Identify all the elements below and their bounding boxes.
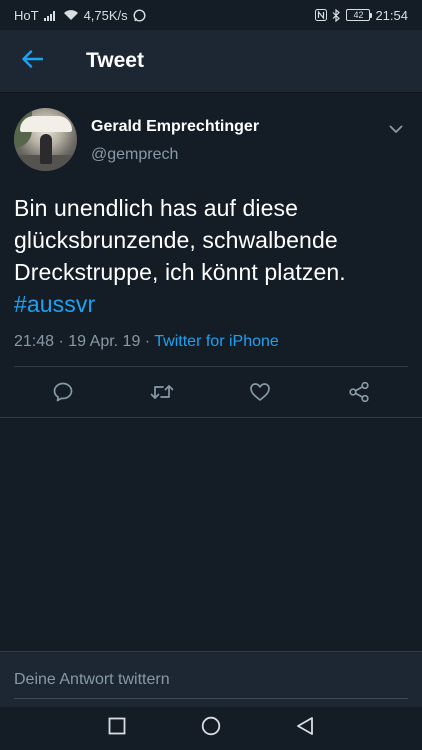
- reply-button[interactable]: [43, 375, 83, 415]
- comment-icon: [52, 381, 74, 408]
- nfc-icon: [315, 9, 328, 21]
- back-button[interactable]: [0, 30, 64, 93]
- reply-bar: [0, 651, 422, 707]
- avatar[interactable]: [14, 108, 77, 171]
- hashtag-link[interactable]: #aussvr: [14, 288, 408, 320]
- tweet-text-line: Bin unendlich has auf diese: [14, 195, 299, 221]
- status-bar: HoT 4,75K/s 42 21:54: [0, 0, 422, 30]
- bluetooth-icon: [332, 8, 341, 22]
- wifi-icon: [63, 9, 79, 21]
- tweet-text-line: Dreckstruppe, ich könnt platzen.: [14, 259, 346, 285]
- tweet-detail: Gerald Emprechtinger @gemprech Bin unend…: [0, 93, 422, 422]
- battery-icon: 42: [346, 9, 373, 21]
- tweet-source-link[interactable]: Twitter for iPhone: [154, 333, 279, 350]
- tweet-text: Bin unendlich has auf diese glücksbrunze…: [14, 192, 408, 320]
- retweet-icon: [149, 382, 175, 407]
- tweet-menu-button[interactable]: [384, 118, 408, 142]
- triangle-back-icon: [296, 716, 314, 741]
- whatsapp-icon: [133, 8, 146, 22]
- share-icon: [348, 381, 370, 408]
- like-button[interactable]: [240, 375, 280, 415]
- meta-separator: ·: [58, 333, 69, 350]
- page-title: Tweet: [86, 49, 144, 72]
- battery-level: 42: [353, 10, 364, 20]
- reply-input[interactable]: [14, 652, 408, 699]
- tweet-time: 21:48: [14, 333, 55, 350]
- status-bar-left: HoT 4,75K/s: [14, 8, 146, 23]
- navigation-bar: [0, 707, 422, 750]
- app-header: Tweet: [0, 30, 422, 93]
- divider: [0, 417, 422, 418]
- tweet-actions: [14, 367, 408, 422]
- arrow-left-icon: [21, 49, 44, 73]
- chevron-down-icon: [389, 121, 403, 139]
- tweet-text-line: glücksbrunzende, schwalbende: [14, 227, 338, 253]
- square-icon: [108, 717, 126, 740]
- display-name[interactable]: Gerald Emprechtinger: [91, 117, 259, 137]
- signal-icon: [43, 10, 58, 21]
- status-bar-right: 42 21:54: [315, 8, 408, 23]
- share-button[interactable]: [339, 375, 379, 415]
- heart-icon: [249, 382, 271, 407]
- status-time: 21:54: [375, 7, 408, 23]
- user-info: Gerald Emprechtinger @gemprech: [91, 108, 259, 165]
- network-speed: 4,75K/s: [83, 7, 128, 23]
- tweet-date: 19 Apr. 19: [68, 333, 141, 350]
- retweet-button[interactable]: [142, 375, 182, 415]
- user-handle[interactable]: @gemprech: [91, 145, 259, 165]
- carrier-label: HoT: [14, 7, 39, 23]
- nav-back-button[interactable]: [285, 709, 325, 749]
- home-button[interactable]: [191, 709, 231, 749]
- tweet-meta: 21:48 · 19 Apr. 19 · Twitter for iPhone: [14, 331, 408, 353]
- meta-separator: ·: [144, 333, 155, 350]
- recents-button[interactable]: [97, 709, 137, 749]
- circle-icon: [201, 716, 221, 741]
- tweet-header: Gerald Emprechtinger @gemprech: [14, 108, 408, 171]
